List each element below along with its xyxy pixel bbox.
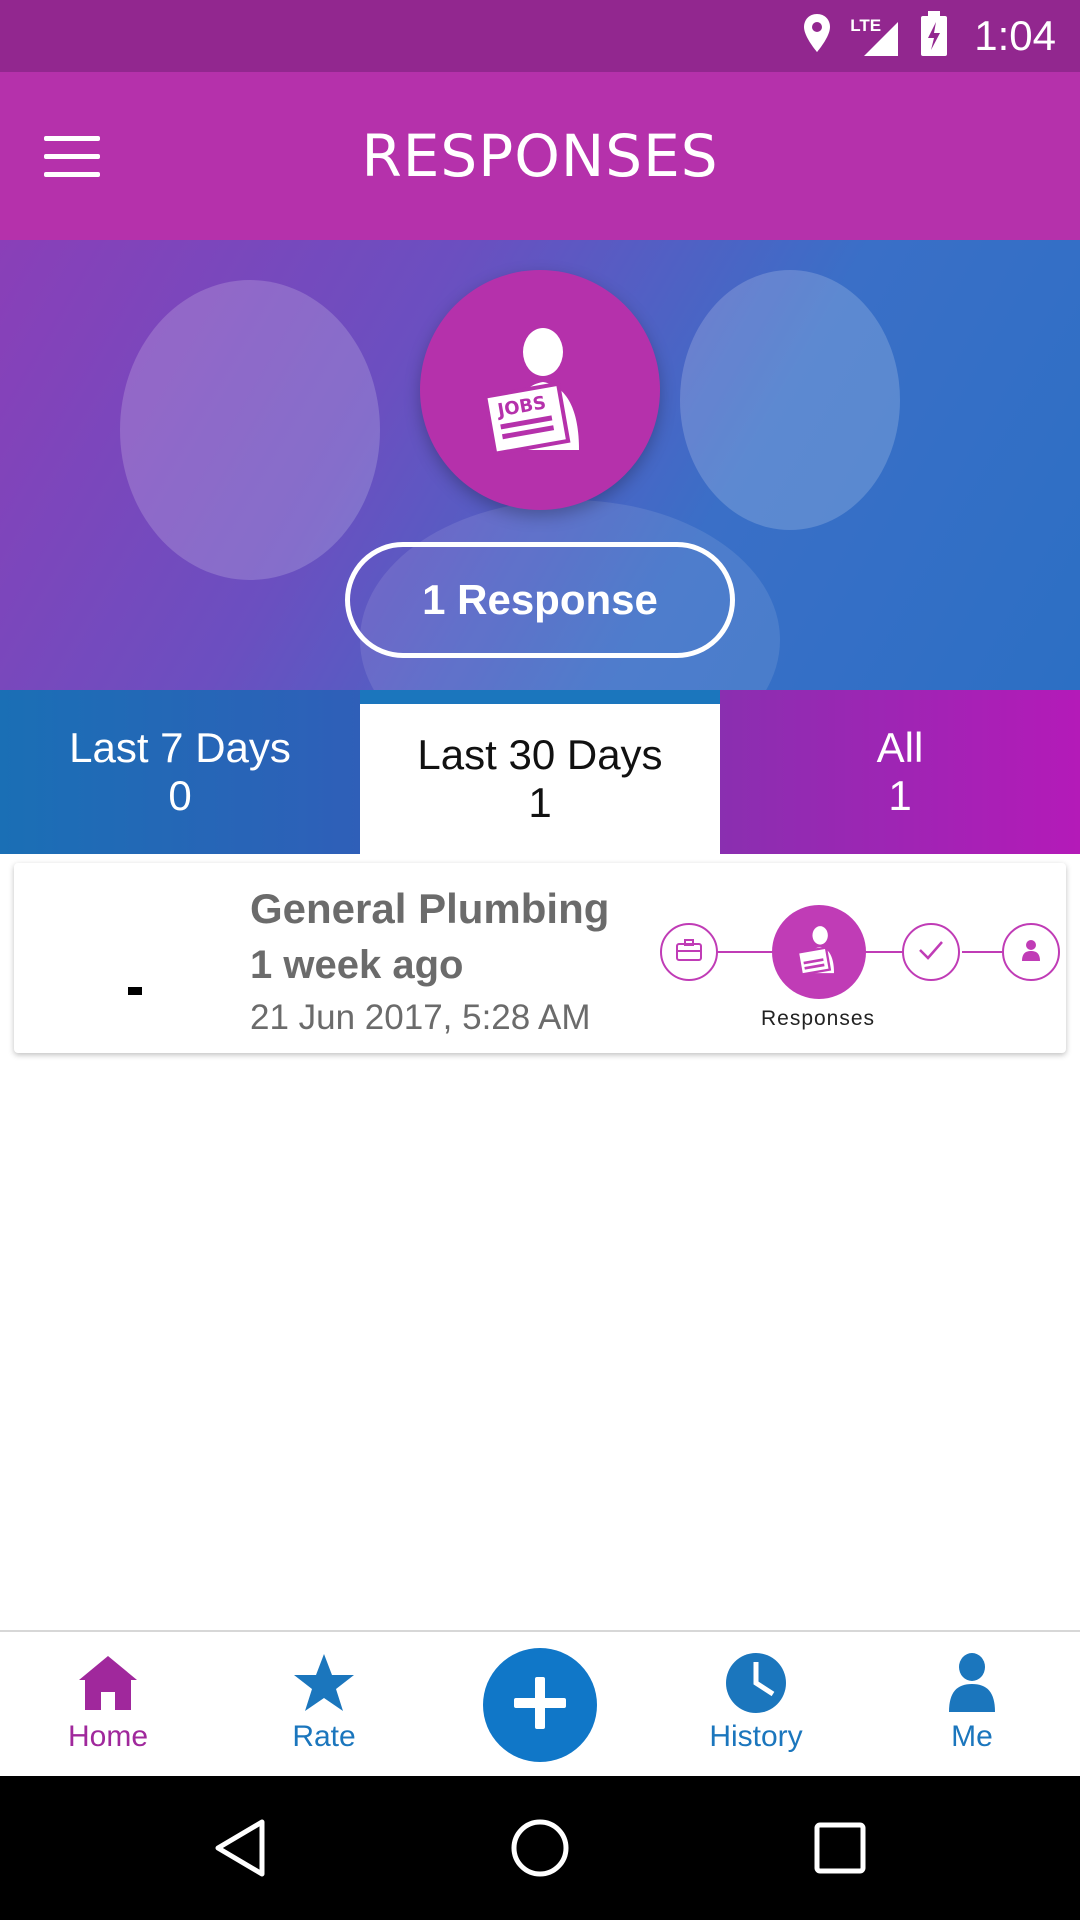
home-system-button[interactable] <box>500 1810 580 1890</box>
nav-label: Home <box>67 1720 149 1753</box>
job-time-ago: 1 week ago <box>250 943 464 987</box>
bottom-navigation: Home Rate History Me <box>0 1630 1080 1776</box>
status-bar: LTE 1:04 <box>0 0 1080 72</box>
menu-icon-line <box>44 135 100 141</box>
add-button[interactable] <box>483 1648 597 1762</box>
back-icon <box>212 1818 268 1883</box>
jobs-person-icon: JOBS <box>420 270 660 510</box>
background-person <box>120 280 380 580</box>
active-step-label: Responses <box>760 1007 876 1030</box>
background-person <box>680 270 900 530</box>
nav-history[interactable]: History <box>648 1632 864 1778</box>
nav-home[interactable]: Home <box>0 1632 216 1778</box>
home-icon <box>77 1648 139 1718</box>
tab-label: All <box>876 724 924 771</box>
system-navigation-bar <box>0 1776 1080 1920</box>
step-posted <box>660 923 718 981</box>
job-card[interactable]: General Plumbing 1 week ago 21 Jun 2017,… <box>14 863 1066 1053</box>
job-date: 21 Jun 2017, 5:28 AM <box>250 998 591 1037</box>
hero-banner: JOBS 1 Response <box>0 240 1080 690</box>
step-responses <box>772 905 866 999</box>
tab-label: Last 7 Days <box>69 724 291 771</box>
stepper-connector <box>962 951 1002 953</box>
location-icon <box>802 12 832 61</box>
nav-label: Me <box>951 1720 993 1753</box>
nav-rate[interactable]: Rate <box>216 1632 432 1778</box>
tab-last-30-days[interactable]: Last 30 Days 1 <box>360 690 720 854</box>
menu-icon-line <box>44 171 100 177</box>
stepper-connector <box>716 951 776 953</box>
stepper-connector <box>864 951 906 953</box>
step-accepted <box>902 923 960 981</box>
nav-label: History <box>709 1720 803 1753</box>
star-icon <box>292 1648 356 1718</box>
clock-icon <box>725 1648 787 1718</box>
nav-me[interactable]: Me <box>864 1632 1080 1778</box>
step-hired <box>1002 923 1060 981</box>
tab-count: 0 <box>168 772 192 819</box>
menu-button[interactable] <box>44 122 124 190</box>
recents-button[interactable] <box>800 1810 880 1890</box>
tab-label: Last 30 Days <box>417 731 663 778</box>
status-icons: LTE 1:04 <box>802 0 1056 72</box>
period-tabs: Last 7 Days 0 Last 30 Days 1 All 1 <box>0 690 1080 854</box>
tab-count: 1 <box>528 779 552 826</box>
back-button[interactable] <box>200 1810 280 1890</box>
jobs-person-icon <box>794 923 844 982</box>
nav-label: Rate <box>292 1720 356 1753</box>
plus-icon <box>510 1673 570 1738</box>
status-time: 1:04 <box>974 12 1056 59</box>
person-icon <box>1020 938 1042 967</box>
circle-home-icon <box>510 1818 570 1883</box>
briefcase-icon <box>675 938 703 967</box>
battery-icon <box>920 10 948 62</box>
job-title: General Plumbing <box>250 885 610 932</box>
menu-icon-line <box>44 153 100 159</box>
signal-icon: LTE <box>850 14 902 58</box>
thumbnail-placeholder <box>128 987 142 995</box>
tab-count: 1 <box>888 772 912 819</box>
tab-all[interactable]: All 1 <box>720 690 1080 854</box>
response-count-button[interactable]: 1 Response <box>345 542 735 658</box>
square-recents-icon <box>813 1821 867 1880</box>
check-icon <box>917 939 945 966</box>
page-title: RESPONSES <box>361 122 719 190</box>
app-bar: RESPONSES <box>0 72 1080 240</box>
person-icon <box>947 1648 997 1718</box>
tab-last-7-days[interactable]: Last 7 Days 0 <box>0 690 360 854</box>
progress-stepper: Responses <box>660 895 1060 1035</box>
